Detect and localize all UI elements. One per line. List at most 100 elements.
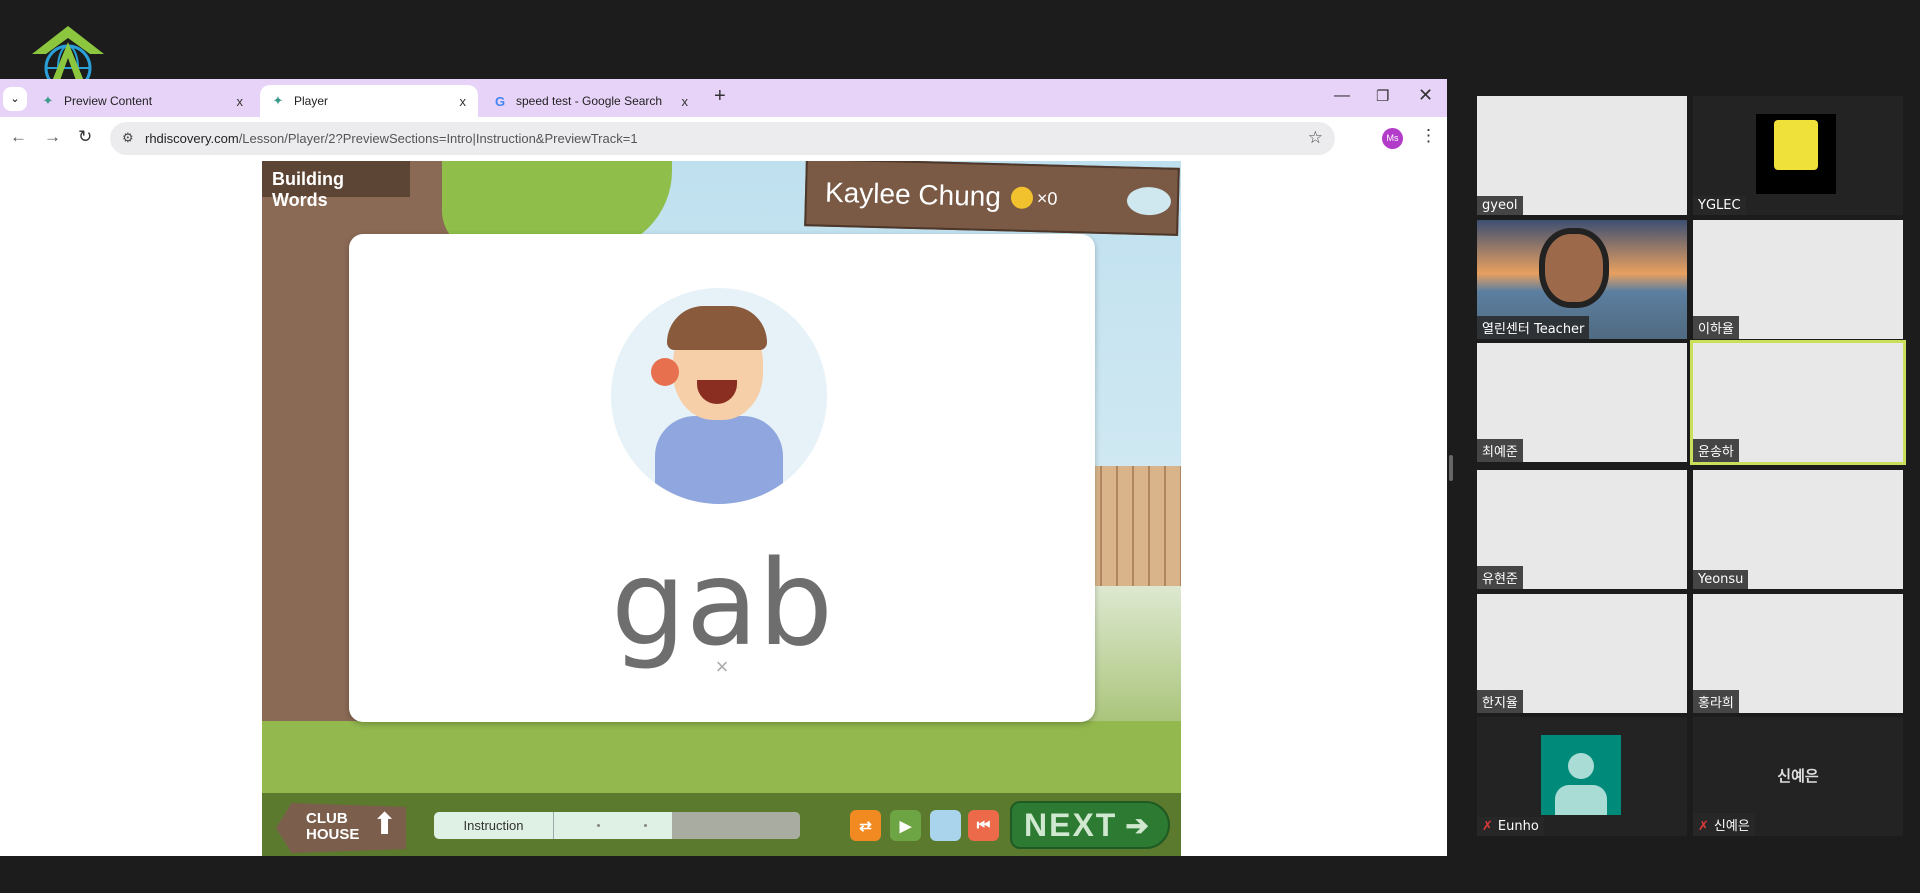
- close-tab-icon[interactable]: x: [460, 94, 467, 109]
- participant-name-label: 유현준: [1477, 566, 1523, 589]
- back-button[interactable]: ←: [10, 127, 27, 147]
- participant-name-label: 열린센터 Teacher: [1477, 316, 1590, 339]
- profile-avatar[interactable]: Ms: [1382, 128, 1403, 149]
- close-tab-icon[interactable]: x: [237, 94, 244, 109]
- muted-mic-icon: ✗: [1698, 819, 1709, 834]
- new-tab-button[interactable]: +: [714, 85, 726, 108]
- participant-name-label: 최예준: [1477, 439, 1523, 462]
- participant-name-label: ✗ 신예은: [1693, 813, 1755, 836]
- tab-label: speed test - Google Search: [516, 94, 663, 108]
- participant-tile[interactable]: 신예은 ✗ 신예은: [1693, 717, 1903, 836]
- site-settings-icon[interactable]: ⚙: [122, 130, 134, 146]
- illustration-hair: [667, 306, 767, 350]
- participant-name: Yeonsu: [1698, 572, 1744, 587]
- panel-resize-handle[interactable]: [1449, 455, 1453, 481]
- arrow-right-icon: ➔: [1125, 809, 1151, 841]
- up-arrow-icon: ⬆: [372, 808, 398, 841]
- participant-tile[interactable]: 한지율: [1477, 594, 1687, 713]
- butterfly-icon: ✦: [42, 93, 54, 108]
- birdhouse-icon[interactable]: [1126, 186, 1172, 216]
- participant-name: 윤송하: [1698, 445, 1734, 460]
- coin-icon: [1010, 186, 1034, 210]
- bookmark-star-icon[interactable]: ☆: [1308, 128, 1323, 148]
- participant-name-label: 윤송하: [1693, 439, 1739, 462]
- target-word[interactable]: gab: [349, 534, 1095, 672]
- url-host: rhdiscovery.com: [145, 131, 239, 146]
- student-name-sign: Kaylee Chung ×0: [804, 161, 1180, 236]
- participant-tile[interactable]: 윤송하: [1690, 340, 1906, 465]
- word-card: gab ×: [349, 234, 1095, 722]
- participant-display-name: 신예은: [1777, 767, 1819, 785]
- swap-button[interactable]: ⇄: [850, 810, 881, 841]
- participant-tile[interactable]: 홍라희: [1693, 594, 1903, 713]
- reload-button[interactable]: ↻: [78, 127, 92, 147]
- muted-mic-icon: ✗: [1482, 819, 1493, 834]
- tab-speed-test[interactable]: G speed test - Google Search x: [482, 85, 700, 117]
- coin-count: ×0: [1036, 187, 1058, 209]
- lesson-player: Building Words Kaylee Chung ×0 gab × CLU…: [262, 161, 1181, 856]
- next-label: NEXT: [1024, 806, 1118, 843]
- participant-tile[interactable]: 최예준: [1477, 343, 1687, 462]
- tab-label: Preview Content: [64, 94, 153, 108]
- participant-name-label: 한지율: [1477, 690, 1523, 713]
- progress-label: Instruction: [434, 812, 554, 839]
- profile-picture: [1756, 114, 1836, 194]
- participant-tile[interactable]: YGLEC: [1693, 96, 1903, 215]
- tab-preview-content[interactable]: ✦ Preview Content x: [30, 85, 255, 117]
- participant-tile[interactable]: gyeol: [1477, 96, 1687, 215]
- participant-name: Eunho: [1497, 819, 1539, 834]
- participant-name-label: ✗ Eunho: [1477, 817, 1544, 836]
- participant-name: 열린센터 Teacher: [1482, 322, 1585, 337]
- participant-name-label: gyeol: [1477, 196, 1523, 215]
- stop-button[interactable]: [930, 810, 961, 841]
- student-name: Kaylee Chung: [824, 176, 1002, 213]
- address-toolbar: ← → ↻ ⚙ rhdiscovery.com/Lesson/Player/2?…: [0, 117, 1447, 161]
- progress-remaining: [672, 812, 800, 839]
- close-tab-icon[interactable]: x: [682, 94, 689, 109]
- close-window-button[interactable]: ✕: [1418, 85, 1433, 106]
- butterfly-icon: ✦: [272, 93, 284, 108]
- lesson-progress-bar: Instruction: [434, 812, 800, 839]
- tab-search-button[interactable]: ⌄: [3, 87, 27, 111]
- default-avatar-icon: [1541, 735, 1621, 815]
- word-illustration: [611, 288, 827, 504]
- google-icon: G: [494, 93, 506, 109]
- address-bar[interactable]: ⚙ rhdiscovery.com/Lesson/Player/2?Previe…: [110, 122, 1335, 155]
- participant-name-label: 이하율: [1693, 316, 1739, 339]
- browser-window: ⌄ ✦ Preview Content x ✦ Player x G speed…: [0, 79, 1447, 856]
- participant-tile[interactable]: 유현준: [1477, 470, 1687, 589]
- progress-dot: [644, 824, 647, 827]
- video-feed: [1539, 228, 1609, 308]
- participant-tile[interactable]: 열린센터 Teacher: [1477, 220, 1687, 339]
- url-path: /Lesson/Player/2?PreviewSections=Intro|I…: [238, 131, 638, 146]
- play-button[interactable]: ▶: [890, 810, 921, 841]
- participant-name-label: Yeonsu: [1693, 570, 1749, 589]
- section-title: Building Words: [262, 161, 410, 210]
- illustration-body: [655, 416, 783, 504]
- participant-name-label: 홍라희: [1693, 690, 1739, 713]
- participant-name: 최예준: [1482, 445, 1518, 460]
- next-button[interactable]: NEXT ➔: [1010, 801, 1170, 849]
- tab-label: Player: [294, 94, 329, 108]
- participant-name-label: YGLEC: [1693, 196, 1746, 215]
- participant-name: 한지율: [1482, 696, 1518, 711]
- tab-bar: ⌄ ✦ Preview Content x ✦ Player x G speed…: [0, 79, 1447, 117]
- forward-button[interactable]: →: [44, 127, 61, 147]
- minimize-button[interactable]: —: [1334, 87, 1350, 105]
- participant-name: gyeol: [1482, 198, 1518, 213]
- participant-tile[interactable]: 이하율: [1693, 220, 1903, 339]
- participant-tile[interactable]: Yeonsu: [1693, 470, 1903, 589]
- rewind-button[interactable]: ⏮: [968, 810, 999, 841]
- participant-name: 이하율: [1698, 322, 1734, 337]
- browser-menu-icon[interactable]: ⋮: [1420, 126, 1437, 146]
- participant-name: 신예은: [1713, 819, 1750, 834]
- restore-button[interactable]: ❐: [1376, 87, 1389, 105]
- grass-scenery: [262, 721, 1181, 801]
- participant-name: YGLEC: [1698, 198, 1741, 213]
- dismiss-icon[interactable]: ×: [349, 654, 1095, 680]
- tab-player[interactable]: ✦ Player x: [260, 85, 478, 117]
- player-controls: CLUB HOUSE ⬆ Instruction ⇄ ▶ ⏮ NEXT ➔: [262, 793, 1181, 856]
- participant-name: 홍라희: [1698, 696, 1734, 711]
- participant-tile[interactable]: ✗ Eunho: [1477, 717, 1687, 836]
- phone-icon: [651, 358, 679, 386]
